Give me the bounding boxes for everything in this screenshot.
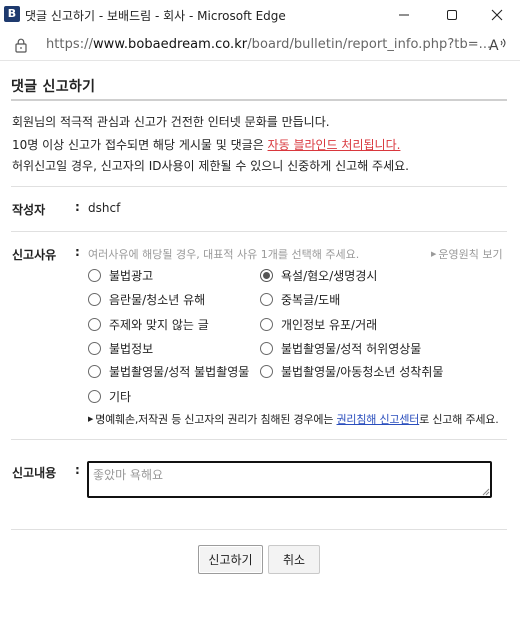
notice-line-1: 회원님의 적극적 관심과 신고가 건전한 인터넷 문화를 만듭니다.: [12, 115, 330, 129]
minimize-icon: [399, 14, 409, 16]
radio-button[interactable]: [260, 342, 273, 355]
reason-option-spam[interactable]: 중복글/도배: [260, 291, 340, 308]
copyright-note: ▶ 명예훼손,저작권 등 신고자의 권리가 침해된 경우에는 권리침해 신고센터로…: [88, 413, 499, 426]
read-aloud-icon[interactable]: A: [488, 36, 508, 54]
divider: [11, 439, 507, 440]
divider: [11, 529, 507, 530]
radio-button[interactable]: [88, 365, 101, 378]
report-content-textarea[interactable]: [87, 461, 492, 498]
reason-option-other[interactable]: 기타: [88, 388, 131, 405]
notice-line-2-text: 10명 이상 신고가 접수되면 해당 게시물 및 댓글은: [12, 138, 268, 152]
url-path: /board/bulletin/report_info.php?tb=...: [247, 37, 492, 52]
url-field[interactable]: https://www.bobaedream.co.kr/board/bulle…: [46, 37, 491, 52]
divider: [11, 231, 507, 232]
address-bar-divider: [0, 60, 520, 61]
content-colon: :: [75, 463, 80, 477]
author-colon: :: [75, 200, 80, 214]
reason-option-illegal-filming[interactable]: 불법촬영물/성적 불법촬영물: [88, 363, 249, 380]
reason-option-child-exploitation[interactable]: 불법촬영물/아동청소년 성착취물: [260, 363, 443, 380]
author-label: 작성자: [12, 203, 46, 217]
auto-blind-notice: 자동 블라인드 처리됩니다.: [267, 138, 401, 152]
maximize-button[interactable]: [429, 0, 475, 30]
cancel-button[interactable]: 취소: [268, 545, 320, 574]
lock-icon[interactable]: [14, 37, 28, 53]
triangle-right-icon: ▶: [88, 415, 94, 423]
reason-option-illegal-ad[interactable]: 불법광고: [88, 267, 153, 284]
submit-report-button[interactable]: 신고하기: [198, 545, 263, 574]
reason-option-obscene[interactable]: 음란물/청소년 유해: [88, 291, 205, 308]
reason-label: 신고사유: [12, 248, 57, 262]
reason-option-fake-video[interactable]: 불법촬영물/성적 허위영상물: [260, 340, 421, 357]
svg-text:A: A: [489, 38, 499, 54]
radio-button[interactable]: [88, 342, 101, 355]
policy-link-label: 운영원칙 보기: [438, 248, 503, 261]
minimize-button[interactable]: [381, 0, 427, 30]
notice-line-3: 허위신고일 경우, 신고자의 ID사용이 제한될 수 있으니 신중하게 신고해 …: [12, 159, 409, 173]
radio-button[interactable]: [88, 390, 101, 403]
policy-link[interactable]: ▶ 운영원칙 보기: [431, 246, 503, 262]
radio-button[interactable]: [88, 318, 101, 331]
radio-button[interactable]: [88, 293, 101, 306]
radio-button[interactable]: [260, 318, 273, 331]
author-value: dshcf: [88, 201, 121, 215]
title-divider: [11, 99, 507, 101]
reason-option-abuse[interactable]: 욕설/혐오/생명경시: [260, 267, 377, 284]
rights-report-center-link[interactable]: 권리침해 신고센터: [337, 413, 420, 426]
notice-line-2: 10명 이상 신고가 접수되면 해당 게시물 및 댓글은 자동 블라인드 처리됩…: [12, 136, 400, 153]
maximize-icon: [447, 10, 457, 20]
resize-grip-icon[interactable]: [482, 488, 490, 496]
title-bar: B 댓글 신고하기 - 보배드림 - 회사 - Microsoft Edge: [0, 0, 520, 30]
window-title: 댓글 신고하기 - 보배드림 - 회사 - Microsoft Edge: [25, 9, 286, 23]
radio-button[interactable]: [260, 365, 273, 378]
content-label: 신고내용: [12, 466, 57, 480]
reason-option-off-topic[interactable]: 주제와 맞지 않는 글: [88, 316, 209, 333]
close-icon: [491, 9, 503, 21]
radio-button[interactable]: [260, 293, 273, 306]
reason-hint: 여러사유에 해당될 경우, 대표적 사유 1개를 선택해 주세요.: [88, 248, 360, 261]
reason-option-privacy[interactable]: 개인정보 유포/거래: [260, 316, 377, 333]
radio-button[interactable]: [88, 269, 101, 282]
close-button[interactable]: [474, 0, 520, 30]
url-host: www.bobaedream.co.kr: [93, 37, 248, 52]
triangle-right-icon: ▶: [431, 250, 437, 258]
reason-option-illegal-info[interactable]: 불법정보: [88, 340, 153, 357]
divider: [11, 186, 507, 187]
url-prefix: https://: [46, 37, 93, 52]
radio-button-selected[interactable]: [260, 269, 273, 282]
app-icon: B: [4, 6, 20, 22]
address-bar: https://www.bobaedream.co.kr/board/bulle…: [0, 30, 520, 60]
page-title: 댓글 신고하기: [11, 79, 96, 95]
reason-colon: :: [75, 245, 80, 259]
